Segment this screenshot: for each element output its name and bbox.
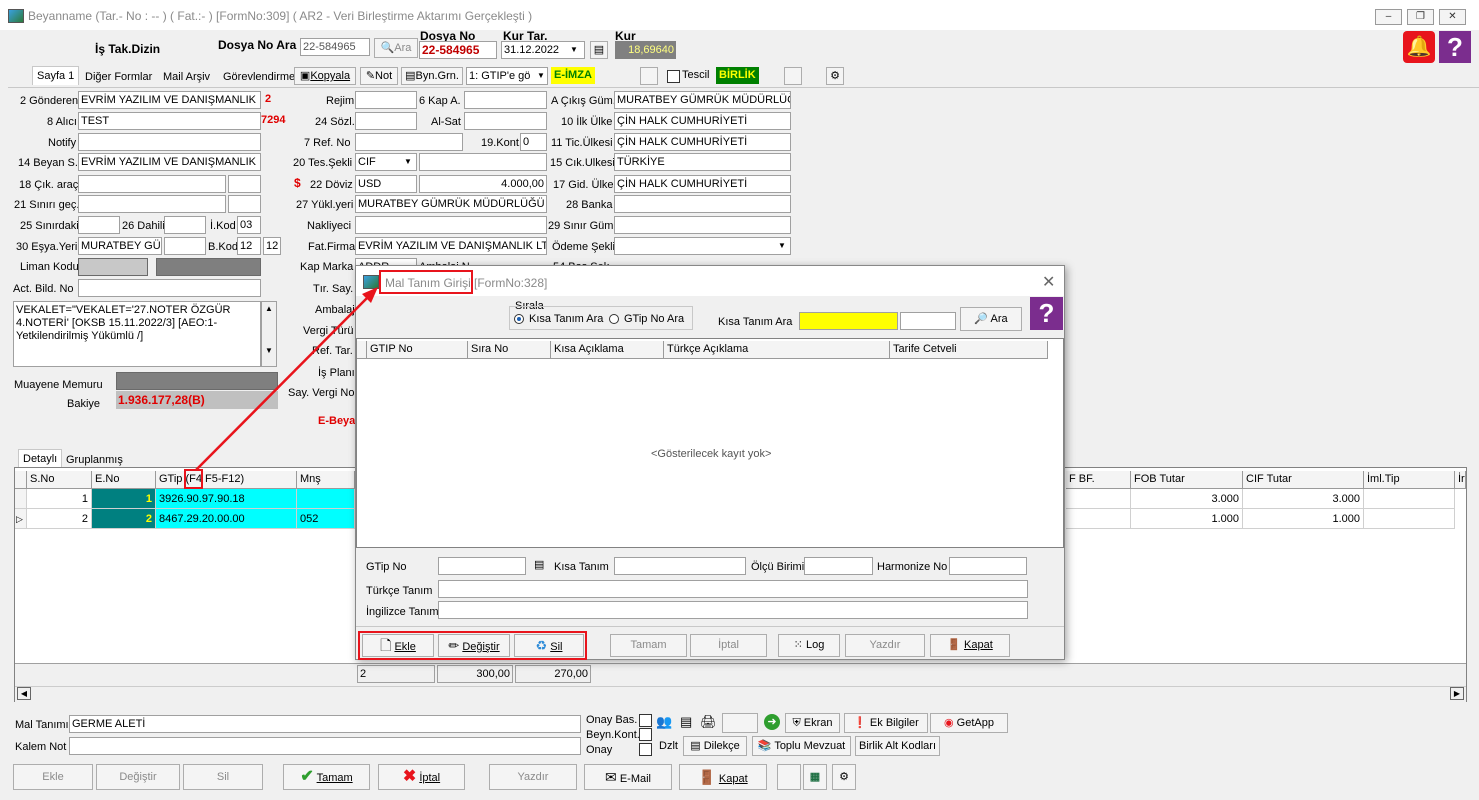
annotation-arrow <box>195 287 378 471</box>
arrow-line <box>195 292 373 471</box>
